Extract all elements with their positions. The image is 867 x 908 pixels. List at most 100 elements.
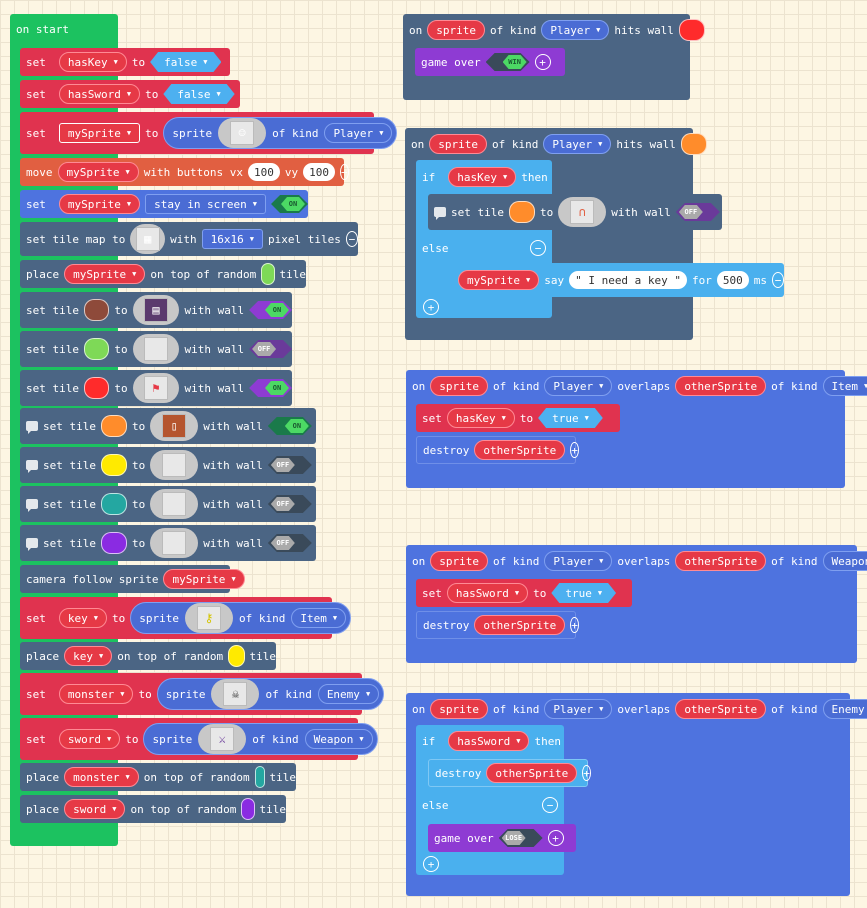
minus-icon[interactable]: − — [340, 164, 349, 180]
tile-image[interactable] — [150, 489, 199, 519]
sprite-param[interactable]: sprite — [429, 134, 487, 154]
kind-dropdown[interactable]: Weapon — [304, 729, 373, 749]
set-monster-row[interactable]: set monster to sprite ☠ of kind Enemy — [20, 673, 385, 715]
plus-icon[interactable]: + — [570, 442, 579, 458]
player-sprite-image[interactable]: ☺ — [218, 118, 267, 148]
event-header[interactable]: on sprite of kind Player overlaps otherS… — [406, 372, 867, 400]
plus-icon[interactable]: + — [547, 830, 564, 846]
set-tilemap-row[interactable]: set tile map to ▦ with 16x16 pixel tiles… — [20, 222, 358, 256]
bool-value[interactable]: true — [538, 408, 603, 428]
toggle-on[interactable]: ON — [249, 301, 292, 319]
sprite-create[interactable]: sprite ☠ of kind Enemy — [156, 678, 385, 710]
kind-dropdown[interactable]: Player — [541, 20, 610, 40]
overlaps-weapon-event[interactable]: on sprite of kind Player overlaps otherS… — [406, 545, 867, 663]
set-tile-row[interactable]: set tile to ⚑ with wall ON — [20, 370, 292, 406]
set-tile-row[interactable]: set tile to ∩ with wall OFF — [428, 194, 722, 230]
tile-image[interactable]: ⚑ — [132, 373, 180, 403]
sword-sprite-image[interactable]: ⚔ — [198, 724, 247, 754]
set-tile-row[interactable]: set tile to with wall OFF — [20, 447, 316, 483]
tile-color-swatch[interactable] — [83, 299, 110, 321]
comment-icon[interactable] — [26, 460, 38, 473]
other-sprite-param[interactable]: otherSprite — [675, 699, 767, 719]
toggle-off[interactable]: OFF — [268, 534, 312, 552]
minus-icon[interactable]: − — [345, 231, 358, 247]
kind-dropdown-2[interactable]: Item — [822, 376, 867, 396]
sprite-create[interactable]: sprite ⚷ of kind Item — [130, 602, 352, 634]
condition-var[interactable]: hasSword — [448, 731, 530, 751]
other-sprite-param[interactable]: otherSprite — [675, 551, 767, 571]
tile-image[interactable]: ▤ — [132, 295, 180, 325]
set-hassword-true-row[interactable]: set hasSword to true — [416, 579, 632, 607]
var-dropdown[interactable]: mySprite — [57, 162, 139, 182]
tile-color-swatch[interactable] — [100, 532, 127, 554]
var-dropdown[interactable]: hasKey — [58, 52, 127, 72]
kind-dropdown[interactable]: Player — [544, 551, 613, 571]
flag-dropdown[interactable]: stay in screen — [145, 194, 267, 214]
kind-dropdown[interactable]: Enemy — [317, 684, 380, 704]
tile-image[interactable] — [132, 334, 180, 364]
event-header[interactable]: on sprite of kind Player hits wall — [403, 16, 705, 44]
kind-dropdown[interactable]: Player — [544, 376, 613, 396]
sprite-param[interactable]: sprite — [427, 20, 485, 40]
bool-value[interactable]: false — [163, 84, 234, 104]
tile-image[interactable] — [150, 528, 199, 558]
bool-value[interactable]: true — [551, 583, 616, 603]
overlaps-item-event[interactable]: on sprite of kind Player overlaps otherS… — [406, 370, 867, 488]
tile-color-swatch[interactable] — [508, 201, 535, 223]
tile-color-swatch[interactable] — [100, 454, 127, 476]
var-dropdown[interactable]: sword — [58, 729, 121, 749]
tile-color-swatch[interactable] — [254, 766, 265, 788]
win-toggle[interactable]: WIN — [486, 53, 530, 71]
other-sprite-param[interactable]: otherSprite — [675, 376, 767, 396]
monster-sprite-image[interactable]: ☠ — [211, 679, 260, 709]
set-key-row[interactable]: set key to sprite ⚷ of kind Item — [20, 597, 352, 639]
toggle-on[interactable]: ON — [271, 195, 308, 213]
sprite-create[interactable]: sprite ☺ of kind Player — [163, 117, 398, 149]
plus-icon[interactable]: + — [582, 765, 591, 781]
set-tile-row[interactable]: set tile to ▯ with wall ON — [20, 408, 316, 444]
say-text-input[interactable]: " I need a key " — [569, 271, 688, 289]
kind-dropdown[interactable]: Player — [543, 134, 612, 154]
lose-toggle[interactable]: LOSE — [499, 829, 543, 847]
set-tile-row[interactable]: set tile to with wall OFF — [20, 486, 316, 522]
destroy-row[interactable]: destroy destroy otherSprite + — [428, 759, 591, 787]
plus-icon[interactable]: + — [423, 299, 439, 315]
place-sword-row[interactable]: place sword on top of random tile — [20, 795, 286, 823]
kind-dropdown-2[interactable]: Weapon — [822, 551, 867, 571]
comment-icon[interactable] — [434, 207, 446, 220]
wall-color-swatch[interactable] — [680, 133, 707, 155]
sprite-param[interactable]: sprite — [430, 699, 488, 719]
set-sword-row[interactable]: set sword to sprite ⚔ of kind Weapon — [20, 718, 378, 760]
kind-dropdown[interactable]: Player — [544, 699, 613, 719]
else-header[interactable]: else − — [416, 234, 552, 262]
toggle-off[interactable]: OFF — [676, 203, 720, 221]
sprite-param[interactable]: sprite — [430, 376, 488, 396]
if-header[interactable]: if hasSword then — [416, 727, 561, 755]
game-over-row[interactable]: game over LOSE + — [428, 824, 576, 852]
tile-color-swatch[interactable] — [100, 493, 127, 515]
tile-color-swatch[interactable] — [100, 415, 127, 437]
set-tile-row[interactable]: set tile to with wall OFF — [20, 525, 316, 561]
plus-icon[interactable]: + — [534, 54, 551, 70]
tile-image[interactable]: ▯ — [150, 411, 199, 441]
minus-icon[interactable]: − — [772, 272, 784, 288]
set-tile-row[interactable]: set tile to with wall OFF — [20, 331, 292, 367]
set-tile-row[interactable]: set tile to ▤ with wall ON — [20, 292, 292, 328]
var-dropdown[interactable]: mySprite — [58, 123, 141, 143]
camera-follow-row[interactable]: camera follow sprite mySprite — [20, 565, 245, 593]
var-dropdown[interactable]: mySprite — [64, 264, 146, 284]
tile-color-swatch[interactable] — [241, 798, 255, 820]
other-sprite-param[interactable]: otherSprite — [474, 615, 566, 635]
tile-color-swatch[interactable] — [261, 263, 275, 285]
event-header[interactable]: on sprite of kind Player overlaps otherS… — [406, 695, 867, 723]
set-haskey-true-row[interactable]: set hasKey to true — [416, 404, 620, 432]
toggle-on[interactable]: ON — [249, 379, 292, 397]
var-dropdown[interactable]: monster — [58, 684, 134, 704]
toggle-off[interactable]: OFF — [268, 495, 312, 513]
event-header[interactable]: on sprite of kind Player hits wall — [405, 130, 707, 158]
toggle-on[interactable]: ON — [268, 417, 312, 435]
size-dropdown[interactable]: 16x16 — [201, 229, 263, 249]
tile-image[interactable] — [150, 450, 199, 480]
kind-dropdown[interactable]: Item — [291, 608, 347, 628]
var-dropdown[interactable]: hasSword — [58, 84, 141, 104]
